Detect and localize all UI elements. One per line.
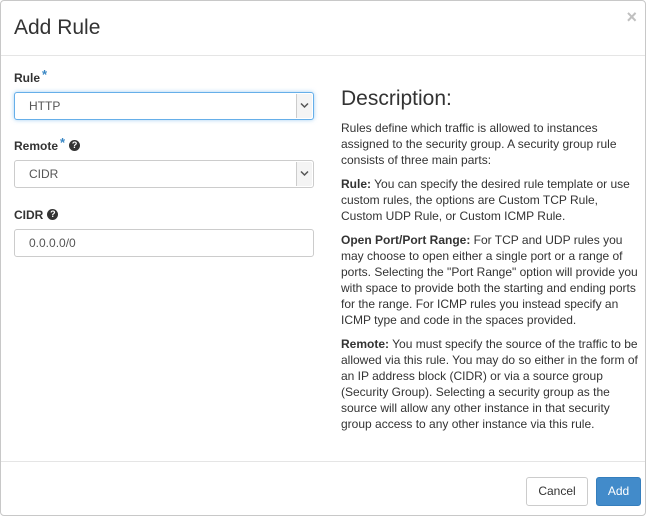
description-rule: Rule: You can specify the desired rule t… <box>341 176 641 224</box>
description-rule-text: You can specify the desired rule templat… <box>341 177 630 223</box>
rule-label: Rule * <box>14 67 314 87</box>
modal-footer: Cancel Add <box>1 461 645 515</box>
cidr-input[interactable]: 0.0.0.0/0 <box>14 229 314 257</box>
chevron-down-icon[interactable] <box>296 162 312 186</box>
rule-select[interactable]: HTTP <box>14 92 314 120</box>
close-icon[interactable]: × <box>626 8 637 26</box>
description-rule-title: Rule: <box>341 177 371 191</box>
description-heading: Description: <box>341 87 452 110</box>
required-marker: * <box>60 135 66 150</box>
remote-label: Remote *? <box>14 135 314 155</box>
description-panel: Description: Rules define which traffic … <box>341 87 641 440</box>
description-intro: Rules define which traffic is allowed to… <box>341 121 617 167</box>
help-icon[interactable]: ? <box>47 209 59 221</box>
form-column: Rule * HTTP Remote *? CIDR CIDR? 0.0.0.0… <box>14 67 314 257</box>
add-button[interactable]: Add <box>596 477 641 506</box>
help-icon[interactable]: ? <box>69 140 81 152</box>
rule-select-value: HTTP <box>29 99 61 113</box>
cancel-button[interactable]: Cancel <box>526 477 588 506</box>
description-port-title: Open Port/Port Range: <box>341 233 471 247</box>
required-marker: * <box>42 67 48 82</box>
description-remote-text: You must specify the source of the traff… <box>341 337 638 431</box>
description-port: Open Port/Port Range: For TCP and UDP ru… <box>341 232 641 328</box>
rule-label-text: Rule <box>14 71 41 85</box>
description-remote-title: Remote: <box>341 337 390 351</box>
cidr-label-text: CIDR <box>14 208 44 222</box>
cidr-field-group: CIDR? 0.0.0.0/0 <box>14 206 314 257</box>
description-port-text: For TCP and UDP rules you may choose to … <box>341 233 638 327</box>
cidr-label: CIDR? <box>14 206 314 224</box>
add-rule-modal: Add Rule × Rule * HTTP Remote *? CIDR CI… <box>0 0 646 516</box>
remote-field-group: Remote *? CIDR <box>14 135 314 188</box>
rule-field-group: Rule * HTTP <box>14 67 314 120</box>
remote-label-text: Remote <box>14 139 59 153</box>
description-remote: Remote: You must specify the source of t… <box>341 336 641 432</box>
remote-select-value: CIDR <box>29 167 59 181</box>
modal-title: Add Rule <box>14 16 101 39</box>
chevron-down-icon[interactable] <box>296 94 312 118</box>
modal-header: Add Rule × <box>1 1 645 56</box>
remote-select[interactable]: CIDR <box>14 160 314 188</box>
